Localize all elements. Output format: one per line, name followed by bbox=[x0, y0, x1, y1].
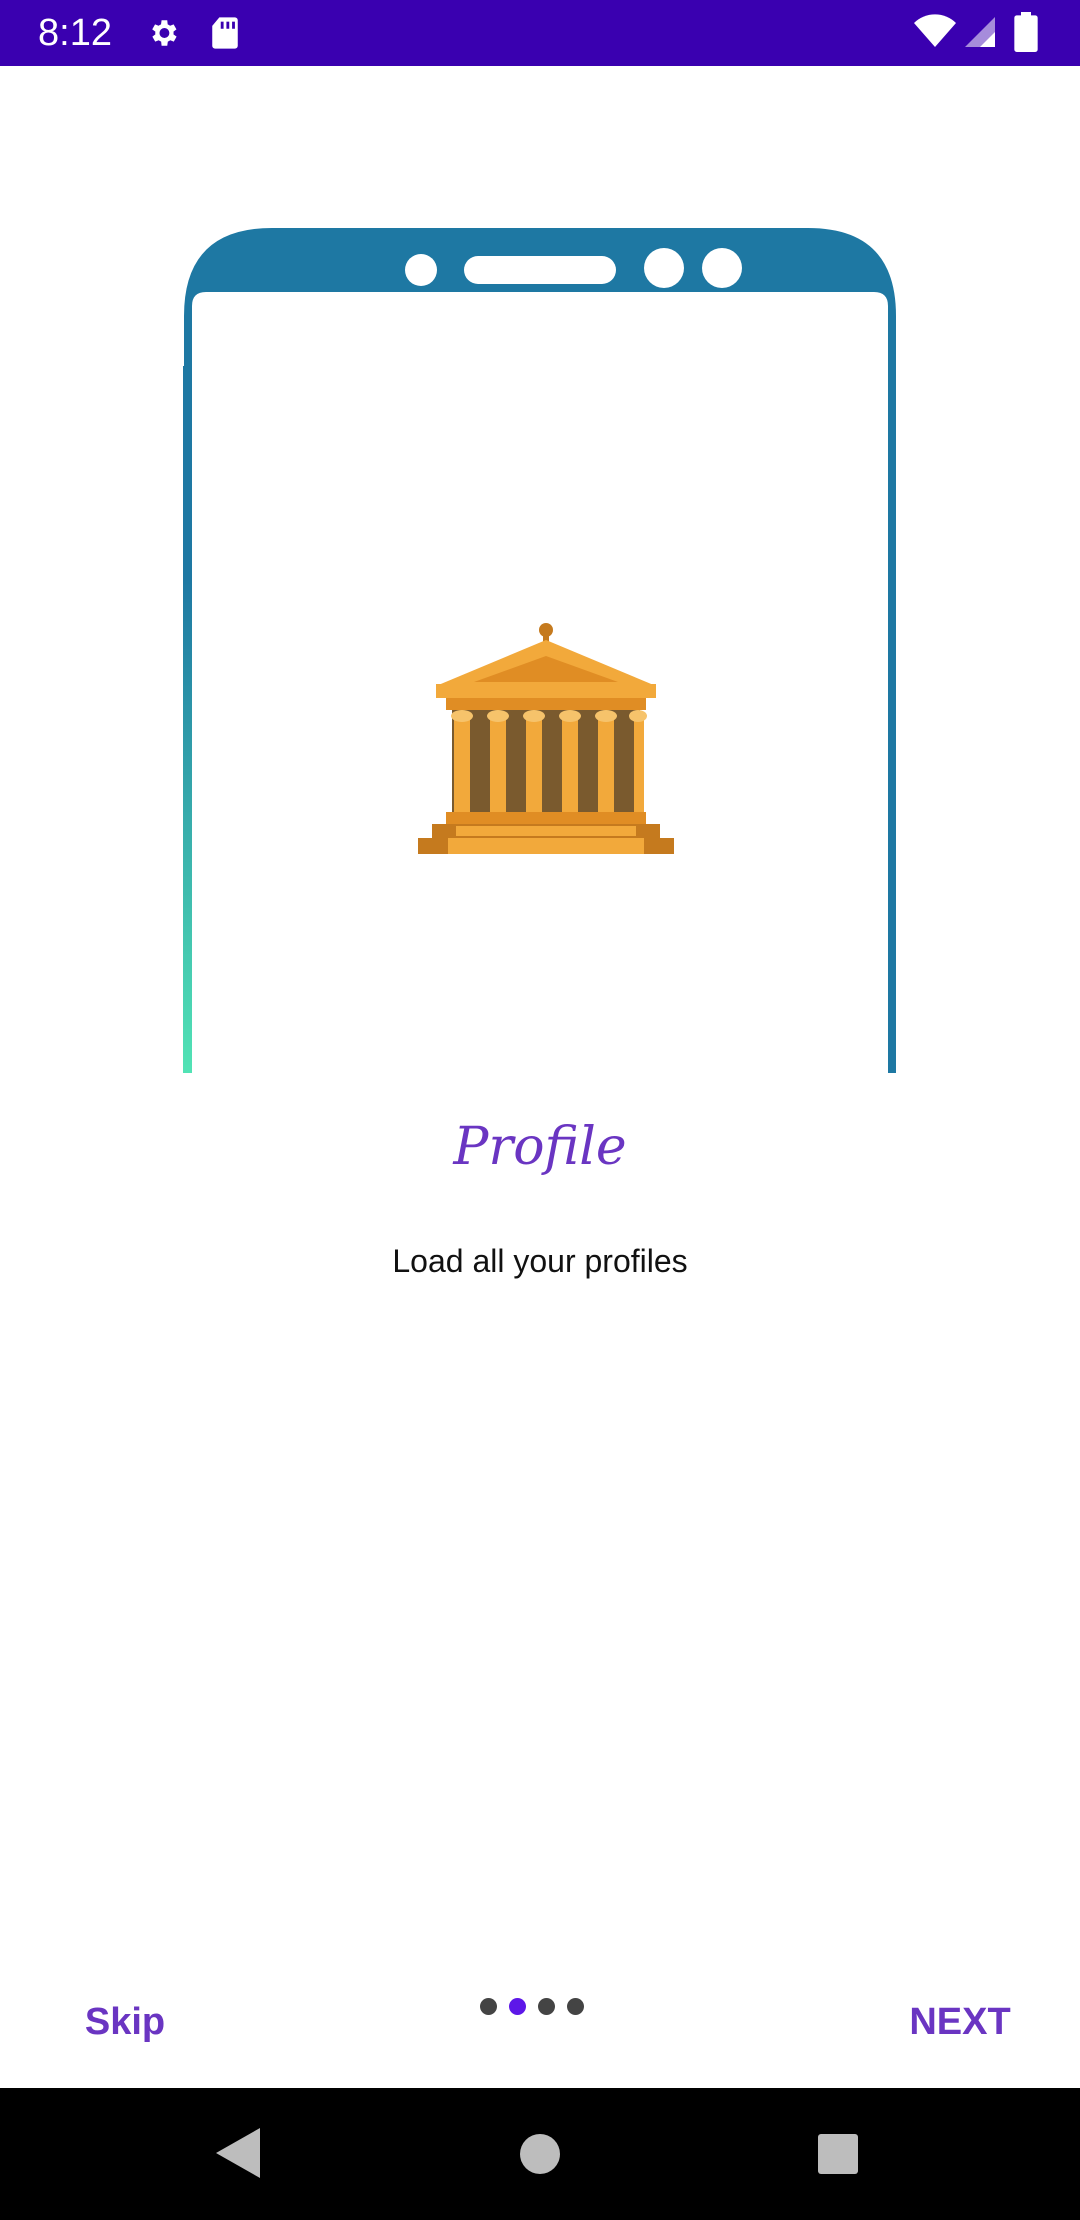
status-bar: 8:12 bbox=[0, 0, 1080, 66]
bank-building-icon bbox=[418, 623, 674, 854]
wifi-icon bbox=[914, 14, 956, 47]
back-icon[interactable] bbox=[216, 2128, 260, 2178]
page-indicator-dot bbox=[538, 1997, 555, 2015]
page-indicator bbox=[480, 1996, 600, 2016]
onboarding-illustration bbox=[0, 66, 1080, 1073]
page-indicator-dot bbox=[567, 1997, 584, 2015]
status-time: 8:12 bbox=[38, 12, 112, 54]
next-button[interactable]: NEXT bbox=[880, 1990, 1040, 2054]
recents-icon[interactable] bbox=[818, 2134, 858, 2174]
phone-frame-illustration bbox=[183, 228, 896, 1073]
page-indicator-dot bbox=[480, 1997, 497, 2015]
skip-button[interactable]: Skip bbox=[60, 1990, 190, 2054]
signal-icon bbox=[965, 17, 995, 47]
settings-gear-icon bbox=[152, 20, 177, 46]
page-description: Load all your profiles bbox=[392, 1243, 688, 1279]
navigation-bar bbox=[0, 2088, 1080, 2220]
page-indicator-dot-active bbox=[509, 1997, 526, 2015]
home-icon[interactable] bbox=[520, 2134, 560, 2174]
page-title: Profile bbox=[453, 1117, 627, 1177]
battery-icon bbox=[1014, 12, 1038, 52]
onboarding-content: Profile Load all your profiles bbox=[0, 1073, 1080, 2088]
sd-card-icon bbox=[212, 17, 238, 49]
